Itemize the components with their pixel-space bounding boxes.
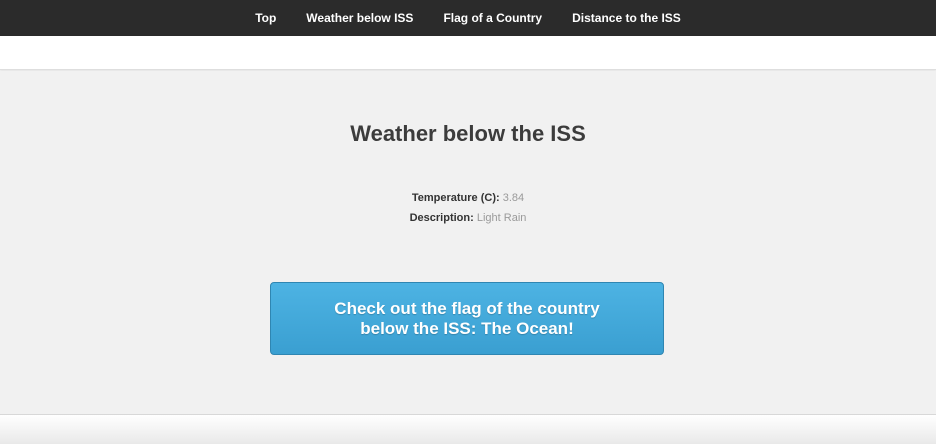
temperature-row: Temperature (C): 3.84	[0, 192, 936, 204]
top-navigation: Top Weather below ISS Flag of a Country …	[0, 0, 936, 36]
description-value: Light Rain	[476, 212, 527, 224]
temperature-value: 3.84	[502, 192, 525, 204]
description-row: Description: Light Rain	[0, 212, 936, 224]
header-band	[0, 36, 936, 70]
flag-of-country-button[interactable]: Check out the flag of the country below …	[270, 282, 664, 355]
description-label: Description:	[409, 212, 474, 224]
next-section-edge	[0, 414, 936, 444]
weather-section: Weather below the ISS Temperature (C): 3…	[0, 71, 936, 414]
nav-link-flag-of-a-country[interactable]: Flag of a Country	[443, 11, 542, 25]
nav-link-distance-to-iss[interactable]: Distance to the ISS	[572, 11, 681, 25]
section-title: Weather below the ISS	[350, 121, 586, 146]
nav-link-weather-below-iss[interactable]: Weather below ISS	[306, 11, 413, 25]
nav-link-top[interactable]: Top	[255, 11, 276, 25]
temperature-label: Temperature (C):	[411, 192, 500, 204]
